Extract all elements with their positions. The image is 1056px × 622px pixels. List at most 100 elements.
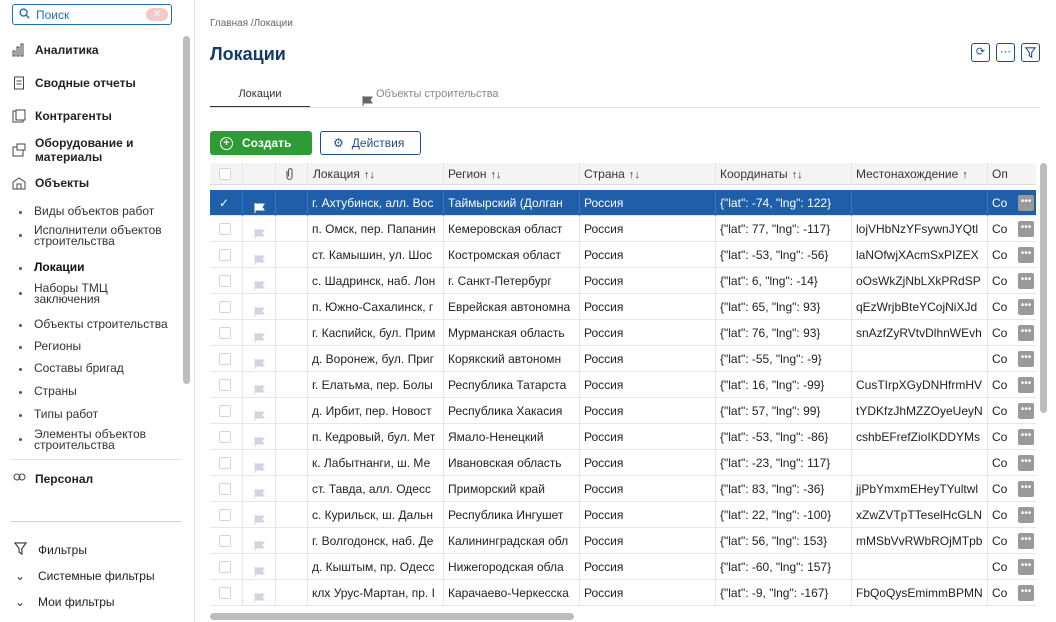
row-menu-button[interactable]: •••	[1018, 455, 1034, 471]
table-row[interactable]: ст. Тавда, алл. Одесс Приморский край Росс…	[210, 476, 1036, 502]
row-menu-button[interactable]: •••	[1018, 273, 1034, 289]
sidebar-item-work-types[interactable]: Виды объектов работ	[0, 204, 154, 218]
sidebar-group-analytics[interactable]: Аналитика	[0, 42, 99, 58]
table-row[interactable]: ✓ г. Ахтубинск, алл. Вос Таймырский (Долга…	[210, 190, 1036, 216]
column-header-country[interactable]: Страна ↑↓	[580, 163, 716, 185]
sidebar-item-locations[interactable]: Локации	[0, 260, 85, 274]
table-row[interactable]: с. Шадринск, наб. Лон г. Санкт-Петербург Р…	[210, 268, 1036, 294]
sidebar-item-countries[interactable]: Страны	[0, 384, 77, 398]
sidebar-item-object-elements[interactable]: Элементы объектов строительства	[0, 428, 164, 451]
row-menu-button[interactable]: •••	[1018, 559, 1034, 575]
row-menu-button[interactable]: •••	[1018, 325, 1034, 341]
row-checkbox[interactable]	[219, 431, 231, 443]
row-menu-button[interactable]: •••	[1018, 221, 1034, 237]
row-checkbox[interactable]	[219, 483, 231, 495]
row-checkbox[interactable]	[219, 353, 231, 365]
system-filters[interactable]: ⌄ Системные фильтры	[12, 563, 182, 589]
table-row[interactable]: п. Кедровый, бул. Мет Ямало-Ненецкий Росси…	[210, 424, 1036, 450]
breadcrumb[interactable]: Главная /Локации	[210, 18, 293, 29]
row-menu-button[interactable]: •••	[1018, 247, 1034, 263]
row-menu-button[interactable]: •••	[1018, 299, 1034, 315]
flag-icon[interactable]	[254, 484, 265, 502]
sidebar-item-tmc-sets[interactable]: Наборы ТМЦ заключения	[0, 282, 144, 305]
clear-search-icon[interactable]: ✕	[146, 8, 168, 21]
row-checkbox[interactable]	[219, 509, 231, 521]
flag-icon[interactable]	[254, 588, 265, 606]
row-menu-button[interactable]: •••	[1018, 403, 1034, 419]
table-row[interactable]: клх Урус-Мартан, пр. I Карачаево-Черкесск…	[210, 580, 1036, 606]
sidebar-group-personnel[interactable]: Персонал	[0, 472, 93, 486]
actions-button[interactable]: ⚙ Действия	[320, 131, 421, 155]
sidebar-item-construction-objects[interactable]: Объекты строительства	[0, 317, 168, 331]
row-checkbox[interactable]	[219, 379, 231, 391]
table-row[interactable]: г. Каспийск, бул. Прим Мурманская область…	[210, 320, 1036, 346]
table-row[interactable]: д. Воронеж, бул. Приг Корякский автономн Р…	[210, 346, 1036, 372]
table-row[interactable]: к. Лабытнанги, ш. Ме Ивановская область Ро…	[210, 450, 1036, 476]
table-row[interactable]: ст. Камышин, ул. Шос Костромская област Ро…	[210, 242, 1036, 268]
sidebar-group-contractors[interactable]: Контрагенты	[0, 108, 112, 124]
sidebar-group-reports[interactable]: Сводные отчеты	[0, 75, 136, 91]
select-all-checkbox[interactable]	[219, 168, 231, 180]
column-header-region[interactable]: Регион ↑↓	[444, 163, 580, 185]
flag-icon[interactable]	[254, 276, 265, 294]
row-checkbox[interactable]	[219, 535, 231, 547]
row-menu-button[interactable]: •••	[1018, 429, 1034, 445]
tab-locations[interactable]: Локации	[210, 80, 310, 108]
row-menu-button[interactable]: •••	[1018, 481, 1034, 497]
flag-icon[interactable]	[254, 510, 265, 528]
refresh-button[interactable]: ⟳	[971, 43, 990, 62]
row-checkbox[interactable]	[219, 301, 231, 313]
table-row[interactable]: п. Южно-Сахалинск, г Еврейская автономна Р…	[210, 294, 1036, 320]
flag-icon[interactable]	[254, 354, 265, 372]
row-menu-button[interactable]: •••	[1018, 377, 1034, 393]
row-checkbox-checked[interactable]: ✓	[219, 197, 231, 209]
my-filters[interactable]: ⌄ Мои фильтры	[12, 589, 182, 615]
sidebar-item-work-kinds[interactable]: Типы работ	[0, 407, 98, 421]
table-row[interactable]: г. Елатьма, пер. Болы Республика Татарста…	[210, 372, 1036, 398]
row-checkbox[interactable]	[219, 405, 231, 417]
tab-construction-objects[interactable]: Объекты строительства	[362, 80, 499, 108]
flag-icon[interactable]	[254, 302, 265, 320]
column-header-coordinates[interactable]: Координаты ↑↓	[716, 163, 852, 185]
flag-icon[interactable]	[254, 224, 265, 242]
table-row[interactable]: с. Курильск, ш. Дальн Республика Ингушет Р…	[210, 502, 1036, 528]
row-menu-button[interactable]: •••	[1018, 585, 1034, 601]
create-button[interactable]: + Создать	[210, 131, 312, 155]
row-checkbox[interactable]	[219, 249, 231, 261]
table-horizontal-scrollbar[interactable]	[210, 613, 574, 620]
sidebar-group-objects[interactable]: Объекты	[0, 175, 89, 191]
column-header-location[interactable]: Локация ↑↓	[308, 163, 444, 185]
sidebar-group-equipment[interactable]: Оборудование и материалы	[0, 135, 145, 165]
sidebar-item-executors[interactable]: Исполнители объектов строительства	[0, 224, 174, 247]
row-checkbox[interactable]	[219, 327, 231, 339]
search-input[interactable]: Поиск ✕	[12, 4, 172, 25]
flag-icon[interactable]	[254, 328, 265, 346]
row-checkbox[interactable]	[219, 223, 231, 235]
table-row[interactable]: д. Кыштым, пр. Одесс Нижегородская обла Ро…	[210, 554, 1036, 580]
row-menu-button[interactable]: •••	[1018, 533, 1034, 549]
row-checkbox[interactable]	[219, 561, 231, 573]
row-menu-button[interactable]: •••	[1018, 351, 1034, 367]
row-menu-button[interactable]: •••	[1018, 507, 1034, 523]
flag-icon[interactable]	[254, 380, 265, 398]
flag-icon[interactable]	[254, 250, 265, 268]
sidebar-item-regions[interactable]: Регионы	[0, 339, 81, 353]
table-vertical-scrollbar[interactable]	[1040, 163, 1047, 413]
flag-icon[interactable]	[254, 562, 265, 580]
row-checkbox[interactable]	[219, 275, 231, 287]
flag-icon[interactable]	[254, 406, 265, 424]
flag-icon[interactable]	[254, 536, 265, 554]
flag-icon[interactable]	[254, 432, 265, 450]
sidebar-item-brigades[interactable]: Составы бригад	[0, 361, 124, 375]
table-row[interactable]: г. Волгодонск, наб. Де Калининградская об…	[210, 528, 1036, 554]
column-header-op[interactable]: Оп	[988, 163, 1036, 185]
more-options-button[interactable]: ⋯	[996, 43, 1015, 62]
sidebar-scrollbar[interactable]	[183, 36, 190, 384]
flag-icon[interactable]	[254, 198, 265, 216]
row-checkbox[interactable]	[219, 457, 231, 469]
row-menu-button[interactable]: •••	[1018, 195, 1034, 211]
table-row[interactable]: д. Ирбит, пер. Новост Республика Хакасия Р…	[210, 398, 1036, 424]
table-row[interactable]: п. Омск, пер. Папанин Кемеровская област Р…	[210, 216, 1036, 242]
filter-button[interactable]	[1021, 43, 1040, 62]
column-header-place[interactable]: Местонахождение ↑	[852, 163, 988, 185]
